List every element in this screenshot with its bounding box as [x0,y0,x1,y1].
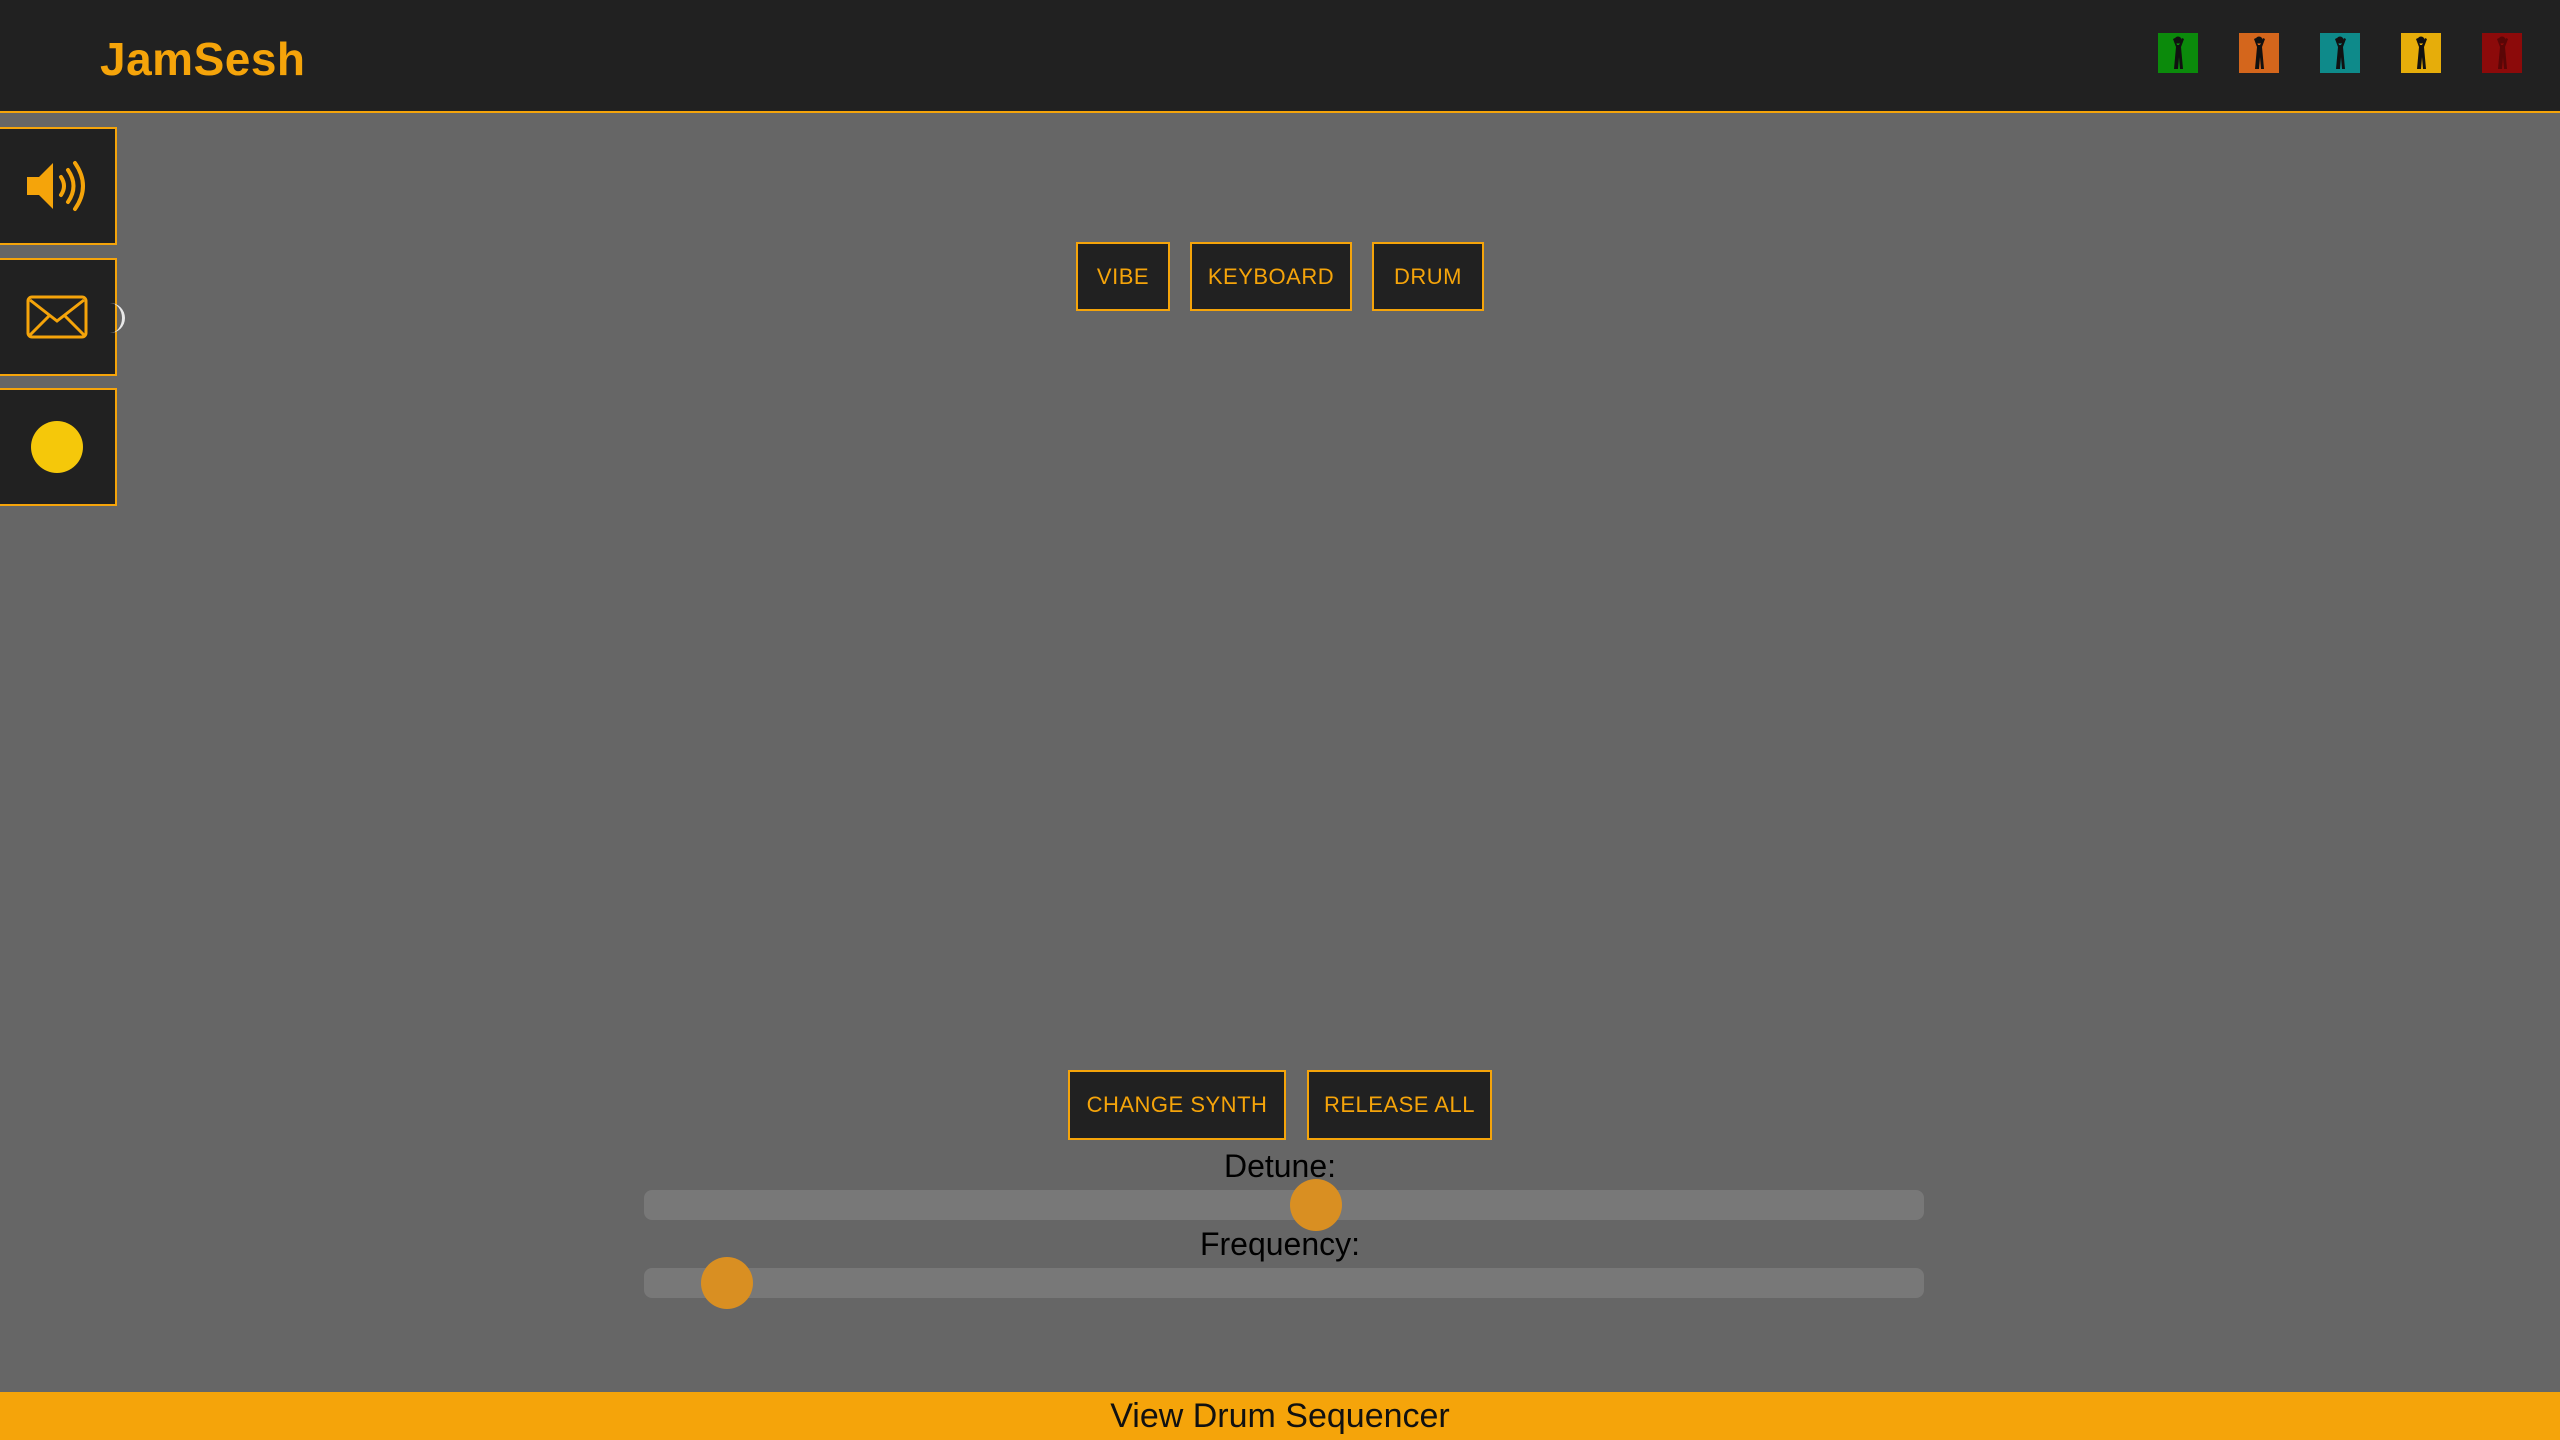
detune-slider-thumb[interactable] [1290,1179,1342,1231]
user-avatar-3[interactable] [2320,33,2360,73]
person-icon [2335,36,2346,69]
release-all-button[interactable]: RELEASE ALL [1307,1070,1492,1140]
person-icon [2416,36,2427,69]
vibe-button[interactable]: VIBE [1076,242,1170,311]
envelope-icon [26,295,88,339]
person-icon [2254,36,2265,69]
user-avatar-5[interactable] [2482,33,2522,73]
change-synth-button[interactable]: CHANGE SYNTH [1068,1070,1286,1140]
sidebar-item-record[interactable] [0,388,117,506]
user-list [2158,33,2522,73]
view-drum-sequencer-button[interactable]: View Drum Sequencer [0,1392,2560,1440]
user-avatar-1[interactable] [2158,33,2198,73]
detune-label: Detune: [1223,1148,1337,1184]
speaker-icon [27,161,85,211]
user-avatar-4[interactable] [2401,33,2441,73]
detune-slider[interactable] [644,1179,1924,1231]
keyboard-button[interactable]: KEYBOARD [1190,242,1352,311]
drawer-handle[interactable] [105,303,125,333]
frequency-label: Frequency: [1199,1226,1361,1262]
app-brand: JamSesh [100,33,306,85]
person-icon [2173,36,2184,69]
person-icon [2497,36,2508,69]
drum-button[interactable]: DRUM [1372,242,1484,311]
user-avatar-2[interactable] [2239,33,2279,73]
frequency-slider[interactable] [644,1257,1924,1309]
record-dot-icon [31,421,83,473]
frequency-slider-thumb[interactable] [701,1257,754,1309]
sidebar-item-audio[interactable] [0,127,117,245]
top-bar: JamSesh [0,0,2560,113]
sidebar-item-messages[interactable] [0,258,125,376]
